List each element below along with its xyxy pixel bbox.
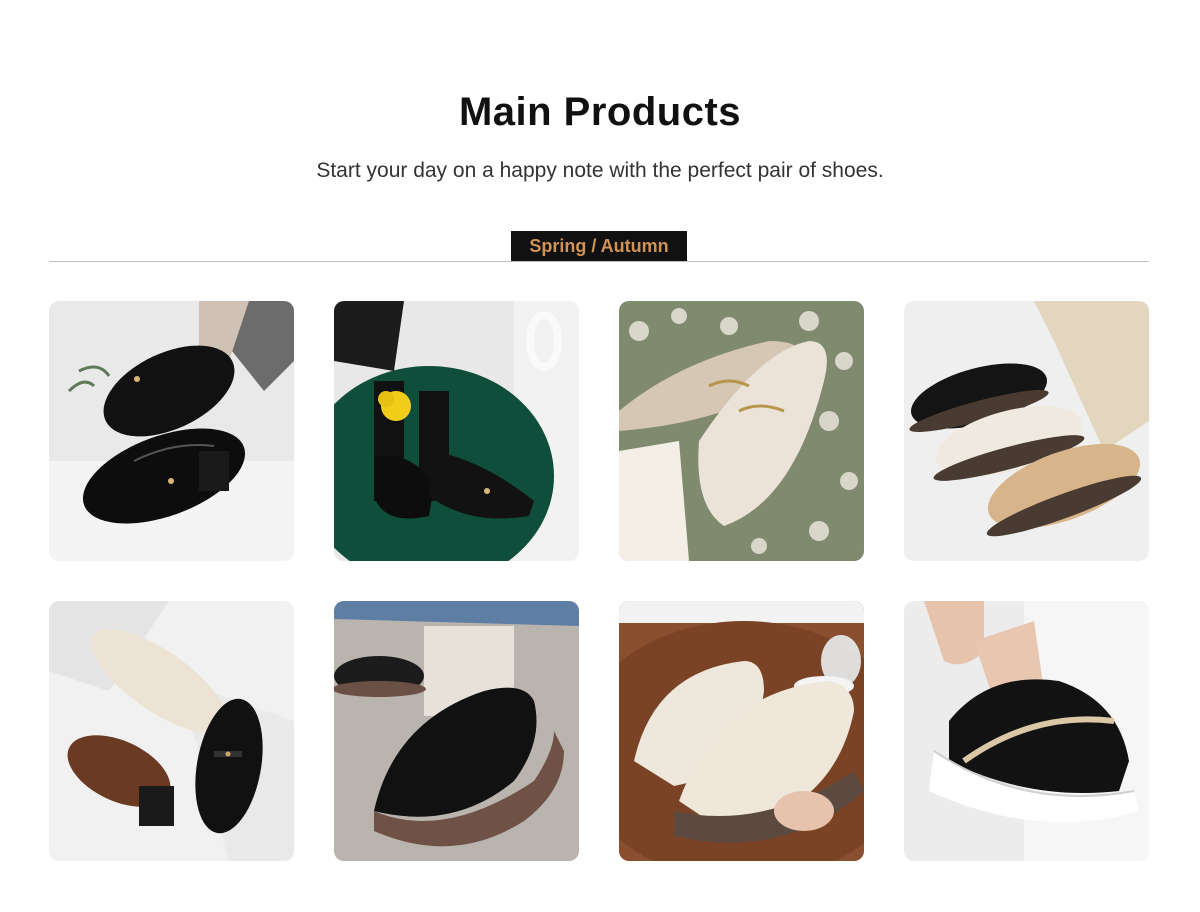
product-card[interactable] [49, 601, 294, 861]
product-image [334, 301, 579, 561]
product-card[interactable] [49, 301, 294, 561]
product-card[interactable] [619, 601, 864, 861]
product-image [334, 601, 579, 861]
section-subtitle: Start your day on a happy note with the … [316, 159, 884, 182]
product-image [619, 601, 864, 861]
section-title: Main Products [458, 90, 742, 134]
product-image [49, 301, 294, 561]
product-card[interactable] [904, 301, 1149, 561]
section-header: Main Products Start your day on a happy … [0, 90, 1200, 183]
tab-divider [49, 261, 1149, 262]
product-card[interactable] [334, 601, 579, 861]
product-card[interactable] [904, 601, 1149, 861]
product-card[interactable] [334, 301, 579, 561]
product-card[interactable] [619, 301, 864, 561]
product-image [619, 301, 864, 561]
tab-spring-autumn[interactable]: Spring / Autumn [511, 231, 687, 261]
category-tab-bar: Spring / Autumn [49, 231, 1149, 262]
product-image [904, 301, 1149, 561]
product-image [49, 601, 294, 861]
product-grid [49, 301, 1149, 861]
product-image [904, 601, 1149, 861]
